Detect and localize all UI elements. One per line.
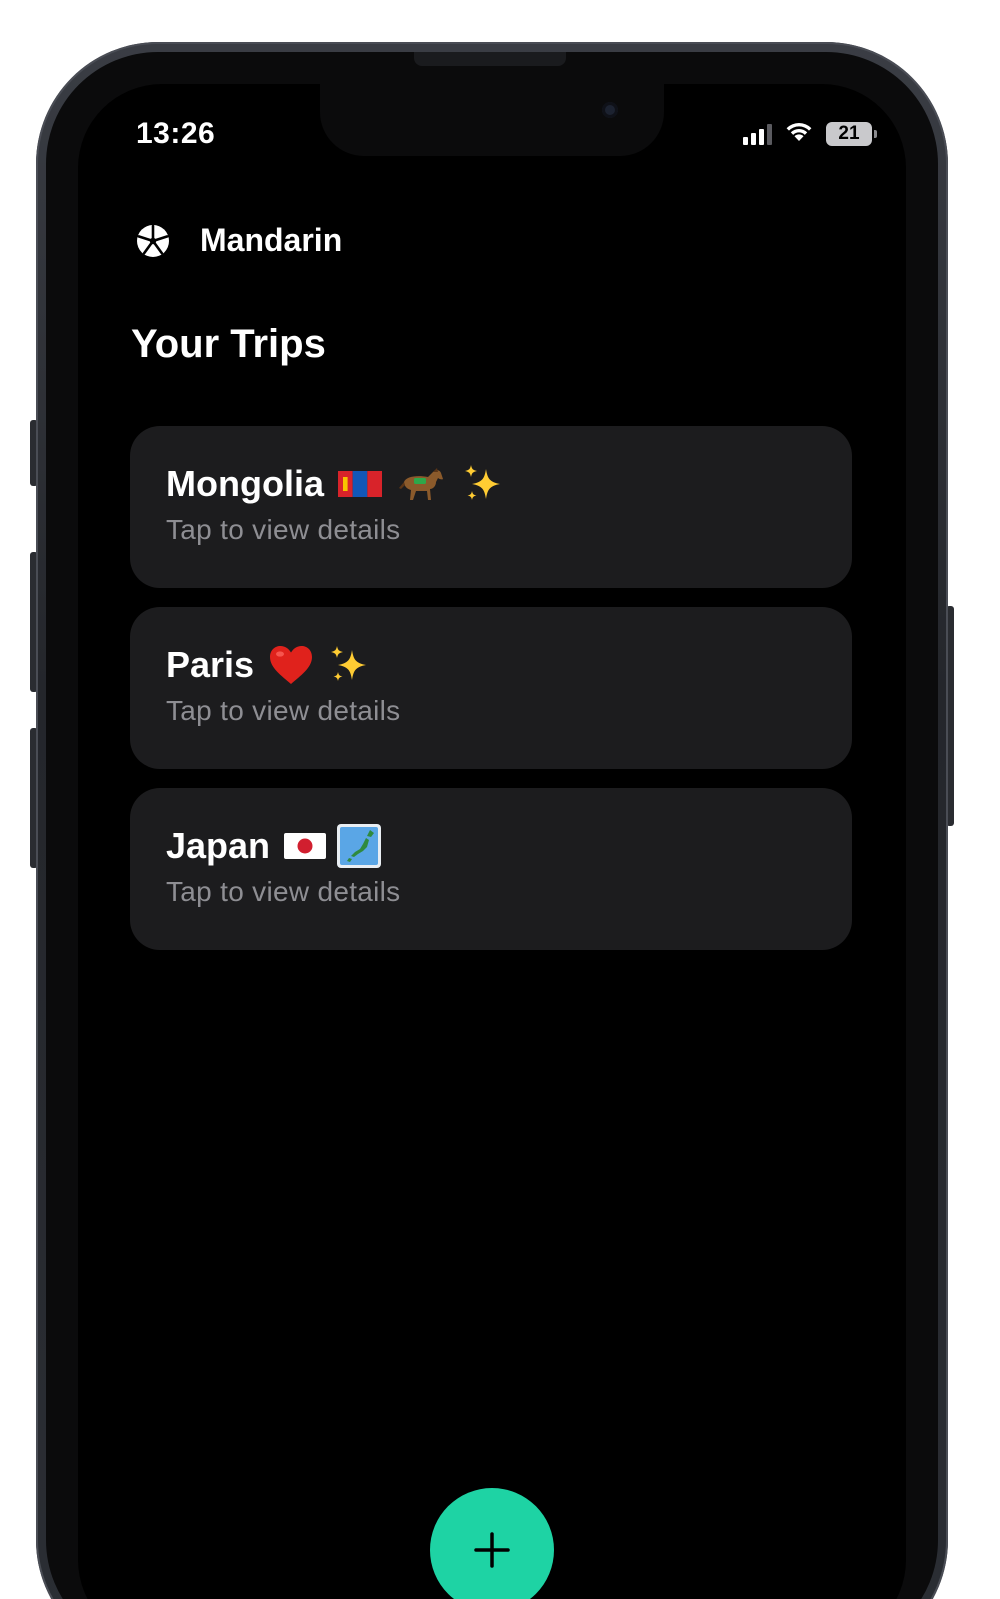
plus-icon	[472, 1530, 512, 1570]
app-screen: 13:26 21 Mandarin Your Trips Mongolia Ta…	[78, 84, 906, 1599]
mongolia-flag-icon	[337, 469, 382, 499]
trip-subtitle: Tap to view details	[166, 514, 401, 545]
signal-icon	[743, 123, 772, 145]
front-camera	[602, 102, 618, 118]
app-name: Mandarin	[200, 222, 343, 258]
trip-card-japan[interactable]: Japan Tap to view details	[130, 788, 852, 950]
trip-emojis	[337, 463, 506, 505]
sparkles-icon	[328, 644, 372, 686]
trip-card-mongolia[interactable]: Mongolia Tap to view details	[130, 426, 852, 588]
status-icons: 21	[743, 120, 877, 147]
battery-icon: 21	[826, 121, 877, 146]
add-trip-button[interactable]	[430, 1488, 554, 1599]
horse-icon	[396, 464, 448, 504]
mandarin-slice-icon	[136, 224, 170, 258]
trip-title: Mongolia	[166, 460, 816, 508]
trip-name: Mongolia	[166, 463, 324, 504]
app-header: Mandarin	[136, 222, 342, 259]
japan-flag-icon	[284, 831, 327, 861]
trip-subtitle: Tap to view details	[166, 876, 401, 907]
battery-level: 21	[838, 122, 860, 144]
wifi-icon	[784, 120, 814, 147]
trip-name: Paris	[166, 644, 255, 685]
red-heart-icon	[268, 644, 314, 686]
trip-list: Mongolia Tap to view details Paris Tap t…	[130, 426, 852, 950]
trip-emojis	[268, 644, 372, 686]
page-title: Your Trips	[131, 322, 326, 366]
device-mockup: 13:26 21 Mandarin Your Trips Mongolia Ta…	[0, 0, 1000, 1599]
japan-map-icon	[336, 823, 382, 869]
trip-emojis	[284, 823, 382, 869]
trip-title: Paris	[166, 641, 816, 689]
trip-card-paris[interactable]: Paris Tap to view details	[130, 607, 852, 769]
trip-title: Japan	[166, 822, 816, 870]
trip-subtitle: Tap to view details	[166, 695, 401, 726]
status-time: 13:26	[136, 117, 216, 150]
earpiece-speaker	[414, 52, 566, 66]
trip-name: Japan	[166, 825, 271, 866]
sparkles-icon	[462, 463, 506, 505]
notch	[320, 84, 664, 156]
